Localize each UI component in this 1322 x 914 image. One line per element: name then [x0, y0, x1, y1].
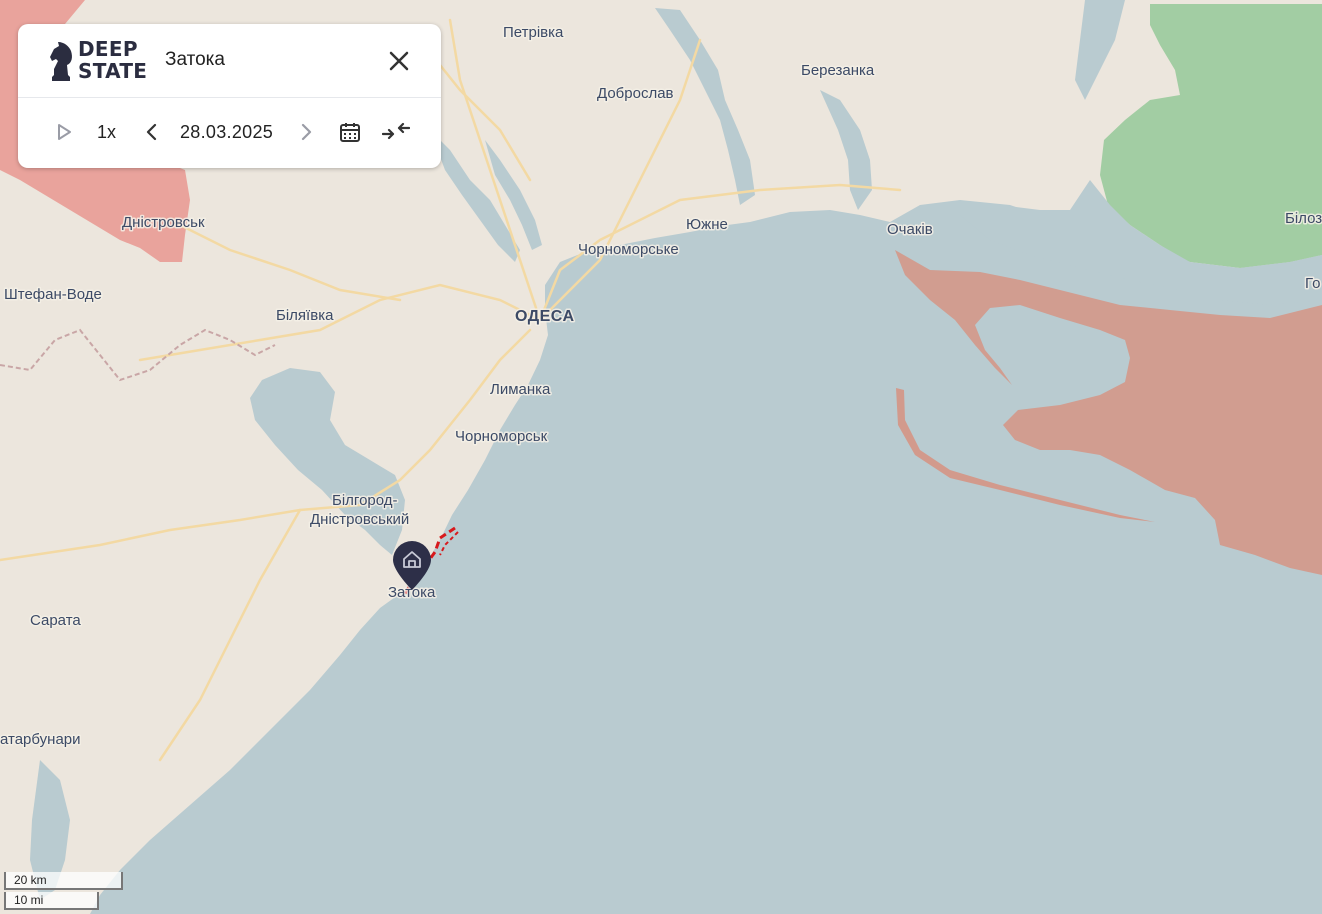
label-biloz: Білоз: [1285, 210, 1322, 227]
panel-header: DEEP STATE Затока: [18, 24, 441, 98]
label-berezanka: Березанка: [801, 62, 875, 79]
control-panel: DEEP STATE Затока 1x 28.03.2025: [18, 24, 441, 168]
label-yuzhne: Южне: [686, 216, 728, 233]
label-sarata: Сарата: [30, 612, 81, 629]
logo-line-2: STATE: [78, 59, 148, 83]
chevron-left-icon[interactable]: [142, 122, 162, 142]
logo-text: DEEP STATE: [78, 38, 147, 82]
date-display[interactable]: 28.03.2025: [180, 122, 273, 143]
close-icon[interactable]: [384, 46, 414, 76]
label-petrivka: Петрівка: [503, 24, 564, 41]
label-tatarbunary: атарбунари: [0, 731, 81, 748]
label-dnistrovsk: Дністровськ: [122, 214, 205, 231]
label-ochakiv: Очаків: [887, 221, 933, 238]
scale-mi: 10 mi: [4, 892, 99, 910]
chevron-right-icon[interactable]: [296, 122, 316, 142]
play-icon[interactable]: [54, 122, 74, 142]
calendar-icon[interactable]: [339, 121, 361, 143]
location-pin[interactable]: [391, 539, 433, 591]
label-bilhorod-2: Дністровський: [310, 511, 409, 528]
label-dobroslav: Доброслав: [597, 85, 674, 102]
knight-logo-icon: [50, 42, 72, 81]
label-odesa: ОДЕСА: [515, 308, 575, 325]
label-shtefan-vode: Штефан-Воде: [4, 286, 102, 303]
timeline-controls: 1x 28.03.2025: [18, 98, 441, 168]
label-bilhorod-1: Білгород-: [332, 492, 398, 509]
label-lymanka: Лиманка: [490, 381, 551, 398]
label-chornomorsk: Чорноморськ: [455, 428, 548, 445]
place-title: Затока: [165, 49, 225, 70]
compress-icon[interactable]: [382, 120, 410, 142]
label-ho: Го: [1305, 275, 1320, 292]
label-chornomorske: Чорноморське: [578, 241, 679, 258]
scale-km: 20 km: [4, 872, 123, 890]
logo-line-1: DEEP: [78, 37, 138, 61]
speed-button[interactable]: 1x: [97, 122, 116, 143]
label-biliaivka: Біляївка: [276, 307, 334, 324]
